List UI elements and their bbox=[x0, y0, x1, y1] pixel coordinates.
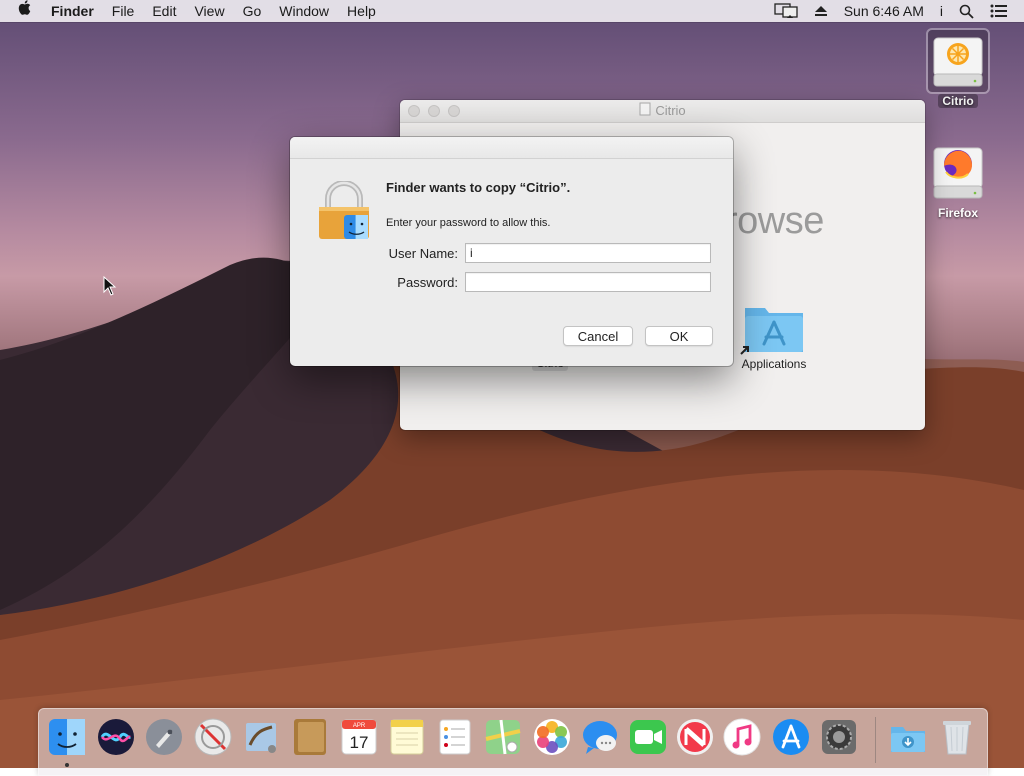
dock-trash-icon[interactable] bbox=[937, 717, 977, 757]
username-label: User Name: bbox=[388, 245, 458, 261]
username-row: User Name: bbox=[350, 243, 713, 263]
airplay-display-icon[interactable] bbox=[766, 3, 806, 19]
menu-app-name[interactable]: Finder bbox=[42, 0, 103, 22]
dock-siri-icon[interactable] bbox=[96, 717, 136, 757]
dock-reminders-icon[interactable] bbox=[435, 717, 475, 757]
password-field[interactable] bbox=[465, 272, 711, 292]
apple-menu-icon[interactable] bbox=[0, 0, 42, 22]
lock-finder-icon bbox=[316, 179, 372, 243]
notification-center-icon[interactable] bbox=[982, 4, 1016, 18]
firefox-drive-icon bbox=[928, 142, 988, 204]
dock-system-preferences-icon[interactable] bbox=[819, 717, 859, 757]
cancel-button[interactable]: Cancel bbox=[563, 326, 633, 346]
dialog-message: Enter your password to allow this. bbox=[386, 217, 551, 229]
window-title: Citrio bbox=[655, 103, 686, 118]
authentication-dialog[interactable]: Finder wants to copy “Citrio”. Enter you… bbox=[290, 137, 733, 366]
minimize-button[interactable] bbox=[428, 105, 440, 117]
ok-button[interactable]: OK bbox=[645, 326, 713, 346]
applications-folder-alias-icon bbox=[739, 300, 809, 356]
window-background-text: rowse bbox=[725, 200, 824, 242]
finder-item-label: Applications bbox=[741, 357, 807, 371]
menu-view[interactable]: View bbox=[185, 0, 233, 22]
dock-maps-icon[interactable] bbox=[483, 717, 523, 757]
dock-contacts-icon[interactable] bbox=[290, 717, 330, 757]
running-indicator bbox=[65, 763, 69, 767]
dialog-title-bar bbox=[290, 137, 733, 159]
window-title-bar[interactable]: Citrio bbox=[400, 100, 925, 123]
spotlight-search-icon[interactable] bbox=[951, 4, 982, 19]
document-icon bbox=[639, 101, 651, 123]
password-row: Password: bbox=[350, 272, 713, 292]
dock-app-store-icon[interactable] bbox=[771, 717, 811, 757]
menu-file[interactable]: File bbox=[103, 0, 144, 22]
mouse-pointer-icon bbox=[103, 275, 117, 299]
disk-image-drive-icon bbox=[926, 28, 990, 94]
calendar-day: 17 bbox=[350, 733, 369, 752]
menu-window[interactable]: Window bbox=[270, 0, 338, 22]
desktop-icon-label: Firefox bbox=[937, 206, 978, 220]
dialog-title: Finder wants to copy “Citrio”. bbox=[386, 180, 571, 195]
dock-messages-icon[interactable] bbox=[580, 717, 620, 757]
desktop-icon-firefox[interactable]: Firefox bbox=[922, 142, 994, 220]
calendar-month: APR bbox=[353, 723, 366, 729]
window-traffic-lights bbox=[408, 105, 460, 117]
menu-user[interactable]: i bbox=[932, 0, 951, 22]
menu-help[interactable]: Help bbox=[338, 0, 385, 22]
menu-bar: Finder File Edit View Go Window Help Sun… bbox=[0, 0, 1024, 22]
desktop-icon-citrio[interactable]: Citrio bbox=[922, 28, 994, 108]
dock-mail-icon[interactable] bbox=[242, 717, 282, 757]
menu-clock[interactable]: Sun 6:46 AM bbox=[836, 0, 932, 22]
dock-facetime-icon[interactable] bbox=[628, 717, 668, 757]
dock-itunes-icon[interactable] bbox=[722, 717, 762, 757]
dock: APR 17 bbox=[38, 708, 988, 776]
dock-separator bbox=[875, 717, 876, 763]
dock-launchpad-icon[interactable] bbox=[144, 717, 184, 757]
zoom-button[interactable] bbox=[448, 105, 460, 117]
dock-calendar-icon[interactable]: APR 17 bbox=[339, 717, 379, 757]
password-label: Password: bbox=[397, 274, 458, 290]
menu-edit[interactable]: Edit bbox=[143, 0, 185, 22]
finder-item-applications[interactable]: Applications bbox=[730, 300, 818, 372]
desktop-icon-label: Citrio bbox=[938, 94, 978, 108]
dock-notes-icon[interactable] bbox=[387, 717, 427, 757]
dock-safari-icon[interactable] bbox=[193, 717, 233, 757]
username-field[interactable] bbox=[465, 243, 711, 263]
close-button[interactable] bbox=[408, 105, 420, 117]
dock-photos-icon[interactable] bbox=[532, 717, 572, 757]
menu-go[interactable]: Go bbox=[234, 0, 271, 22]
dock-finder-icon[interactable] bbox=[47, 717, 87, 757]
dock-news-icon[interactable] bbox=[675, 717, 715, 757]
dock-downloads-icon[interactable] bbox=[888, 717, 932, 757]
eject-icon[interactable] bbox=[806, 5, 836, 17]
